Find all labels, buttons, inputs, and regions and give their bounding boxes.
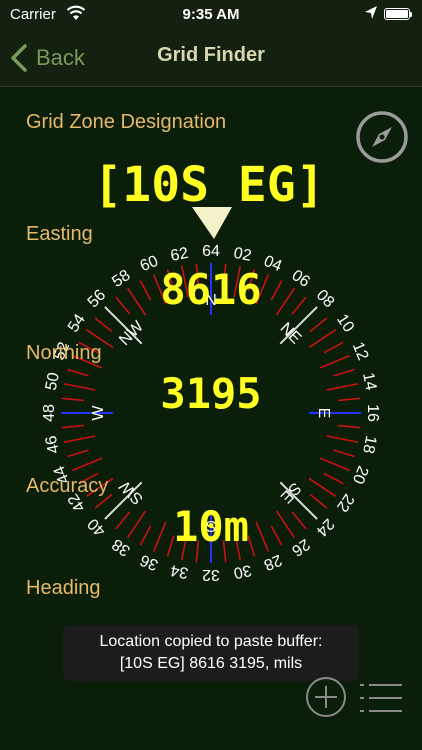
toast-line-2: [10S EG] 8616 3195, mils <box>119 655 303 672</box>
list-icon[interactable] <box>358 681 404 715</box>
compass-tick-label: 12 <box>349 340 372 363</box>
compass-tick-label: 10 <box>333 311 357 335</box>
compass-tick <box>323 472 344 485</box>
heading-label: Heading <box>26 577 101 599</box>
compass-tick-label: 32 <box>202 566 220 583</box>
compass-tick <box>67 449 89 458</box>
compass-tick <box>72 457 103 472</box>
compass-tick-label: 36 <box>138 551 161 574</box>
compass-cardinal-label: NW <box>116 318 148 350</box>
easting-label: Easting <box>26 223 93 245</box>
location-arrow-icon <box>365 6 377 19</box>
compass-tick <box>326 435 359 444</box>
compass-icon[interactable] <box>354 109 410 165</box>
compass-tick <box>319 457 350 472</box>
compass-tick-label: 28 <box>261 551 284 574</box>
compass-tick-label: 46 <box>43 434 63 455</box>
compass-tick <box>63 435 96 444</box>
compass-tick <box>309 317 328 333</box>
northing-label: Northing <box>26 342 102 364</box>
compass-cardinal-label: NE <box>277 320 305 348</box>
page-title: Grid Finder <box>157 44 265 66</box>
plus-circle-icon[interactable] <box>304 675 348 719</box>
compass-tick <box>319 354 350 369</box>
battery-tip <box>410 12 412 17</box>
compass-tick-label: 18 <box>359 434 379 455</box>
compass-tick-label: 54 <box>65 311 89 335</box>
compass-tick <box>333 449 355 458</box>
compass-tick <box>308 477 337 498</box>
northing-value: 3195 <box>160 369 262 418</box>
accuracy-value: 10m <box>173 502 249 551</box>
navigation-bar: Back Grid Finder <box>0 30 422 87</box>
compass-tick-label: 30 <box>232 561 253 581</box>
compass-tick-label: 64 <box>202 243 220 260</box>
clock: 9:35 AM <box>182 6 240 23</box>
toast-line-1: Location copied to paste buffer: <box>99 633 323 650</box>
gzd-value: [10S EG] <box>93 157 325 213</box>
easting-value: 8616 <box>160 265 262 314</box>
compass-tick <box>323 341 344 354</box>
compass-tick-label: 02 <box>232 245 253 265</box>
compass-tick-label: 62 <box>169 245 190 265</box>
accuracy-label: Accuracy <box>26 475 109 497</box>
gzd-label: Grid Zone Designation <box>26 111 227 133</box>
compass-tick <box>61 424 84 429</box>
battery-icon <box>384 8 410 20</box>
compass-tick-label: 34 <box>169 561 190 581</box>
compass-tick <box>308 328 337 349</box>
status-bar: Carrier 9:35 AM <box>0 0 422 30</box>
compass-tick-label: 20 <box>349 463 372 486</box>
compass-tick <box>338 424 361 429</box>
copy-toast: Location copied to paste buffer: [10S EG… <box>63 625 359 681</box>
grid-finder-content: 64 02 04 06 08 10 12 14 16 18 20 22 24 26 28 30 32 34 36 38… <box>0 87 422 750</box>
compass-tick <box>94 317 113 333</box>
